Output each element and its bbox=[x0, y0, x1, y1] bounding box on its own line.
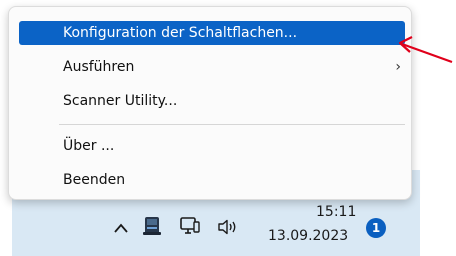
menu-item-label: Über ... bbox=[63, 138, 115, 154]
menu-item-label: Beenden bbox=[63, 172, 126, 188]
speaker-icon[interactable] bbox=[217, 219, 239, 235]
menu-separator bbox=[59, 124, 405, 125]
clock-time[interactable]: 15:11 bbox=[316, 204, 356, 220]
menu-item-ausfuehren[interactable]: Ausführen › bbox=[19, 55, 405, 79]
notification-badge[interactable]: 1 bbox=[366, 218, 386, 238]
menu-item-label: Konfiguration der Schaltflachen... bbox=[63, 25, 298, 41]
menu-item-label: Scanner Utility... bbox=[63, 93, 178, 109]
clock-date[interactable]: 13.09.2023 bbox=[268, 228, 348, 244]
menu-item-scanner-utility[interactable]: Scanner Utility... bbox=[19, 89, 405, 113]
annotation-arrow-icon bbox=[398, 36, 453, 64]
network-icon[interactable] bbox=[179, 216, 201, 236]
scanner-app-icon[interactable] bbox=[142, 215, 162, 237]
chevron-up-icon[interactable] bbox=[113, 222, 129, 234]
menu-item-beenden[interactable]: Beenden bbox=[19, 168, 405, 192]
menu-item-ueber[interactable]: Über ... bbox=[19, 134, 405, 158]
menu-item-konfiguration[interactable]: Konfiguration der Schaltflachen... bbox=[19, 21, 405, 45]
menu-item-label: Ausführen bbox=[63, 59, 135, 75]
context-menu: Konfiguration der Schaltflachen... Ausfü… bbox=[8, 6, 412, 200]
